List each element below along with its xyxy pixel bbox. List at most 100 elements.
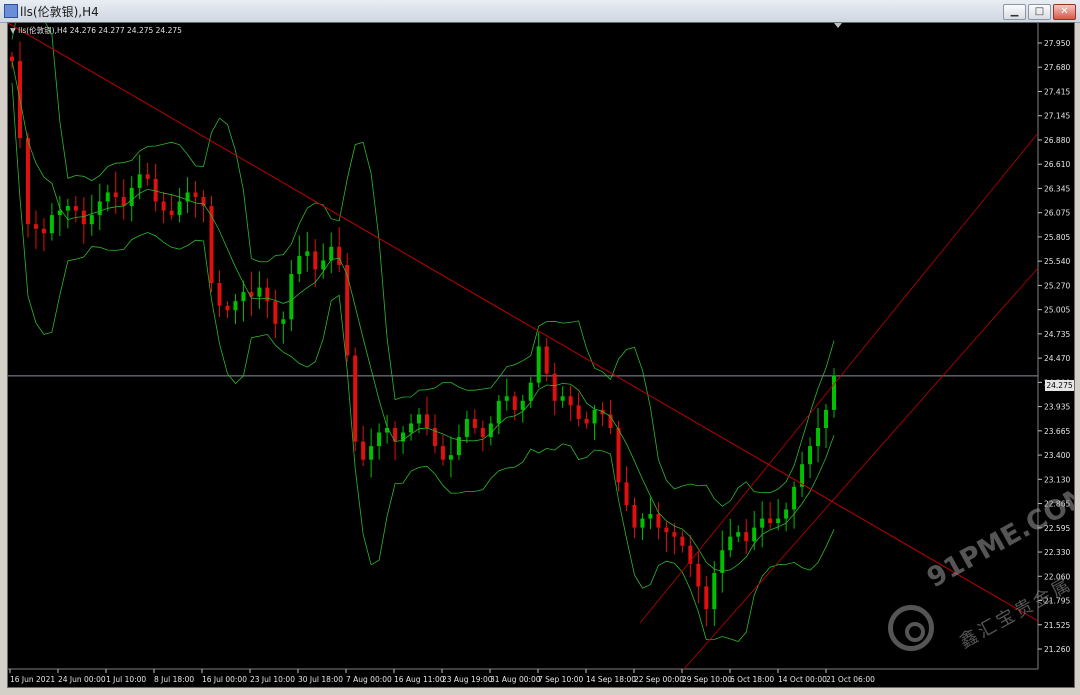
candle-body <box>81 210 86 225</box>
candle-body <box>145 174 150 179</box>
candle-body <box>816 427 821 447</box>
time-tick-label: 14 Oct 00:00 <box>778 675 827 684</box>
price-tick-label: 24.735 <box>1044 330 1070 339</box>
time-tick-label: 7 Sep 10:00 <box>538 675 584 684</box>
candle-body <box>33 224 38 229</box>
candle-body <box>752 527 757 542</box>
candle-body <box>672 532 677 537</box>
price-tick-label: 23.130 <box>1044 475 1070 484</box>
time-tick-label: 24 Jun 00:00 <box>58 675 106 684</box>
candle-body <box>728 536 733 551</box>
candle-body <box>736 532 741 537</box>
candle-body <box>225 305 230 311</box>
candle-body <box>472 418 477 428</box>
candle-body <box>504 396 509 401</box>
price-tick-label: 26.075 <box>1044 209 1070 218</box>
candle-body <box>177 201 182 216</box>
price-tick-label: 25.805 <box>1044 233 1070 242</box>
candle-body <box>488 423 493 438</box>
candle-body <box>377 432 382 447</box>
candle-body <box>704 586 709 610</box>
candle-body <box>568 396 573 406</box>
time-tick-label: 21 Oct 06:00 <box>826 675 875 684</box>
price-tick-label: 24.470 <box>1044 354 1070 363</box>
candle-body <box>257 287 262 297</box>
candle-body <box>113 192 118 197</box>
candle-body <box>329 246 334 261</box>
price-tick-label: 26.610 <box>1044 160 1070 169</box>
candle-body <box>640 518 645 528</box>
price-tick-label: 26.345 <box>1044 184 1070 193</box>
candle-body <box>209 206 214 284</box>
price-tick-label: 25.270 <box>1044 281 1070 290</box>
time-tick-label: 16 Jul 00:00 <box>202 675 247 684</box>
candle-body <box>337 246 342 265</box>
time-tick-label: 23 Aug 19:00 <box>442 675 493 684</box>
candle-body <box>792 486 797 510</box>
candle-body <box>273 301 278 324</box>
candle-body <box>89 215 94 225</box>
candle-body <box>696 563 701 587</box>
candle-body <box>648 514 653 519</box>
candle-body <box>153 178 158 202</box>
candle-body <box>129 187 134 207</box>
price-tick-label: 27.950 <box>1044 39 1070 48</box>
candle-body <box>712 572 717 610</box>
title-bar[interactable]: lls(伦敦银),H4 ▁ □ ✕ <box>0 0 1080 23</box>
candle-body <box>624 482 629 505</box>
chart-shift-marker-icon[interactable] <box>834 23 842 28</box>
maximize-button[interactable]: □ <box>1028 4 1051 20</box>
watermark-cn-text: 鑫汇宝贵金属 <box>955 573 1075 653</box>
candle-body <box>345 264 350 356</box>
candle-body <box>193 192 198 197</box>
time-tick-label: 22 Sep 00:00 <box>634 675 684 684</box>
watermark-logo: 91PME.COM 鑫汇宝贵金属 <box>882 478 1075 673</box>
price-chart[interactable]: 27.950 27.680 27.415 27.145 26.880 26.610 26.3… <box>7 22 1075 688</box>
candle-body <box>448 455 453 460</box>
price-tick-label: 23.400 <box>1044 451 1070 460</box>
current-price-label: 24.275 <box>1045 380 1074 391</box>
bollinger-middle-band <box>11 61 835 572</box>
candle-body <box>265 287 270 302</box>
candle-body <box>560 396 565 401</box>
candle-body <box>297 255 302 274</box>
collapse-arrow-icon[interactable]: ▼ <box>10 26 16 35</box>
candle-body <box>832 375 836 410</box>
candle-body <box>576 405 581 419</box>
candle-body <box>536 346 541 383</box>
time-tick-label: 7 Aug 00:00 <box>346 675 392 684</box>
candle-body <box>544 346 549 374</box>
candle-body <box>169 210 174 216</box>
price-tick-label: 25.540 <box>1044 257 1070 266</box>
candle-body <box>41 228 46 234</box>
price-tick-label: 26.880 <box>1044 136 1070 145</box>
candle-body <box>305 251 310 256</box>
candle-body <box>664 527 669 533</box>
candle-body <box>57 210 62 216</box>
price-tick-label: 23.935 <box>1044 403 1070 412</box>
time-tick-label: 6 Oct 18:00 <box>730 675 774 684</box>
candle-body <box>632 504 637 528</box>
time-tick-label: 16 Jun 2021 <box>10 675 55 684</box>
candle-body <box>616 427 621 483</box>
watermark-circle-icon <box>888 605 934 651</box>
candle-body <box>768 518 773 524</box>
time-tick-label: 29 Sep 10:00 <box>682 675 732 684</box>
candle-body <box>161 201 166 211</box>
candle-body <box>776 518 781 524</box>
price-tick-label: 27.680 <box>1044 63 1070 72</box>
close-button[interactable]: ✕ <box>1053 4 1076 20</box>
candle-body <box>520 400 525 410</box>
candle-body <box>680 536 685 546</box>
minimize-button[interactable]: ▁ <box>1003 4 1026 20</box>
candle-body <box>784 509 789 519</box>
candle-body <box>369 446 374 460</box>
bollinger-upper-band <box>11 23 835 507</box>
candle-body <box>528 382 533 401</box>
candle-body <box>496 400 501 424</box>
candle-body <box>417 414 422 424</box>
price-tick-label: 23.665 <box>1044 427 1070 436</box>
time-tick-label: 16 Aug 11:00 <box>394 675 445 684</box>
candle-body <box>321 260 326 270</box>
candle-body <box>49 215 54 234</box>
